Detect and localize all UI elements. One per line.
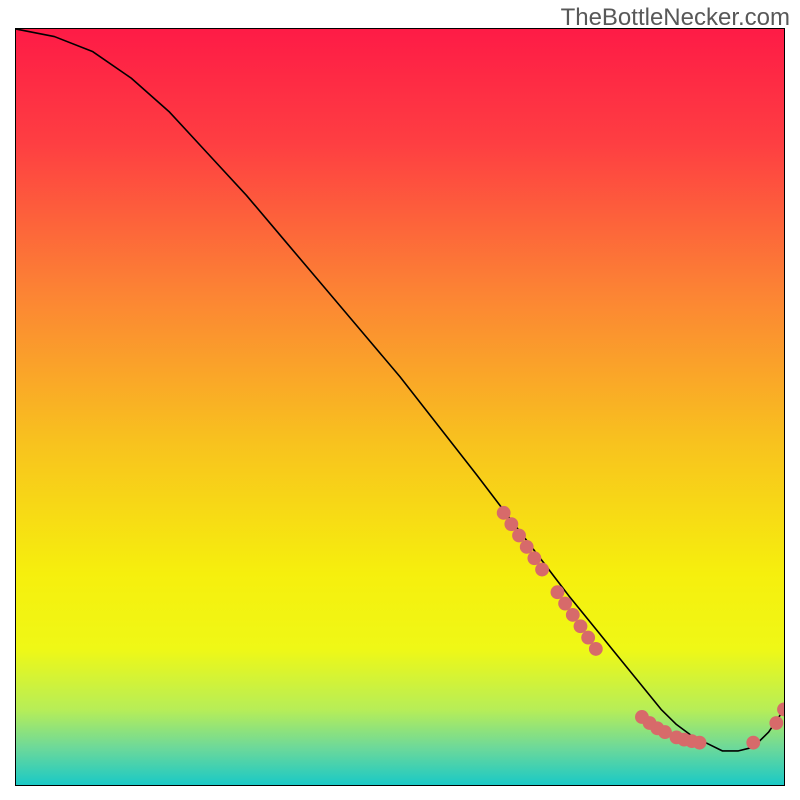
data-marker [581,631,595,645]
data-marker [574,619,588,633]
data-marker [746,736,760,750]
data-marker [769,716,783,730]
watermark-text: TheBottleNecker.com [561,4,790,32]
data-marker [551,585,565,599]
data-marker [520,540,534,554]
data-marker [589,642,603,656]
data-marker [527,551,541,565]
data-marker [558,597,572,611]
plot-area [15,28,785,786]
data-marker [512,529,526,543]
data-marker [693,736,707,750]
chart-svg [16,29,784,785]
chart-container: TheBottleNecker.com [0,0,800,800]
data-marker [535,563,549,577]
data-marker [504,517,518,531]
data-marker [497,506,511,520]
data-marker [566,608,580,622]
